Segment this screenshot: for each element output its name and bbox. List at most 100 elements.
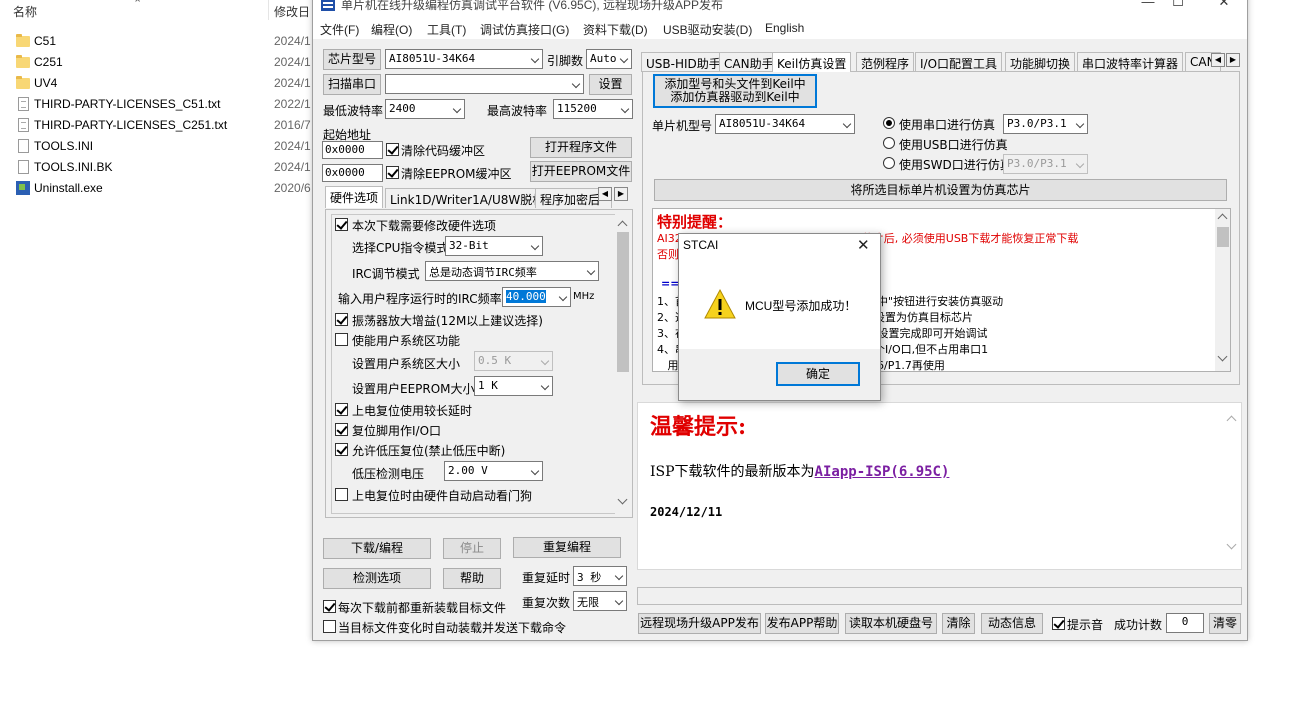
add-to-keil-button[interactable]: 添加型号和头文件到Keil中 添加仿真器驱动到Keil中 (653, 74, 817, 108)
close-icon[interactable]: ✕ (1209, 0, 1239, 13)
file-row[interactable]: C51 2024/1 (0, 31, 320, 52)
file-row[interactable]: Uninstall.exe 2020/6 (0, 178, 320, 199)
tab-baud-calc[interactable]: 串口波特率计算器 (1077, 52, 1184, 72)
tip-panel[interactable]: 温馨提示: ISP下载软件的最新版本为AIapp-ISP(6.95C) 2024… (637, 402, 1242, 570)
tab-hardware-options[interactable]: 硬件选项 (325, 186, 384, 208)
code-address-input[interactable]: 0x0000 (322, 141, 383, 159)
modify-hw-checkbox[interactable] (335, 218, 348, 231)
scroll-up-icon[interactable] (617, 220, 628, 231)
tab-examples[interactable]: 范例程序 (856, 52, 915, 72)
cpu-mode-select[interactable]: 32-Bit (445, 236, 543, 256)
uart-sim-radio[interactable] (883, 117, 895, 129)
tab-io-config[interactable]: I/O口配置工具 (915, 52, 1003, 72)
clear-button[interactable]: 清除 (942, 613, 975, 634)
reset-count-button[interactable]: 清零 (1209, 613, 1241, 634)
menu-usb-driver[interactable]: USB驱动安装(D) (663, 21, 752, 38)
beep-checkbox[interactable] (1052, 617, 1065, 630)
file-row[interactable]: THIRD-PARTY-LICENSES_C51.txt 2022/1 (0, 94, 320, 115)
menu-debug[interactable]: 调试仿真接口(G) (480, 21, 569, 38)
pin-count-select[interactable]: Auto (586, 49, 632, 69)
sys-size-select[interactable]: 0.5 K (474, 351, 553, 371)
menu-file[interactable]: 文件(F) (320, 21, 359, 38)
irc-freq-select[interactable]: 40.000 (502, 287, 571, 307)
scroll-up-icon[interactable] (1217, 213, 1228, 224)
scan-port-button[interactable]: 扫描串口 (323, 74, 381, 95)
max-baud-select[interactable]: 115200 (553, 99, 633, 119)
notice-scrollbar[interactable] (1215, 209, 1230, 371)
title-bar[interactable]: 单片机在线升级编程仿真调试平台软件 (V6.95C), 远程现场升级APP发布 … (313, 0, 1247, 19)
download-program-button[interactable]: 下载/编程 (323, 538, 431, 559)
long-delay-checkbox[interactable] (335, 403, 348, 416)
dialog-close-icon[interactable]: ✕ (857, 236, 870, 254)
low-volt-reset-checkbox[interactable] (335, 443, 348, 456)
osc-gain-checkbox[interactable] (335, 313, 348, 326)
tab-pin-switch[interactable]: 功能脚切换 (1005, 52, 1076, 72)
tab-scroll-left-icon[interactable]: ◀ (598, 187, 612, 201)
ok-button[interactable]: 确定 (776, 362, 860, 386)
eeprom-address-input[interactable]: 0x0000 (322, 164, 383, 182)
reset-io-checkbox[interactable] (335, 423, 348, 436)
chip-model-button[interactable]: 芯片型号 (323, 49, 381, 70)
min-baud-select[interactable]: 2400 (385, 99, 465, 119)
repeat-delay-select[interactable]: 3 秒 (573, 566, 627, 586)
reload-checkbox[interactable] (323, 600, 336, 613)
swd-sim-select[interactable]: P3.0/P3.1 (1003, 154, 1088, 174)
usb-sim-radio[interactable] (883, 137, 895, 149)
open-program-file-button[interactable]: 打开程序文件 (530, 137, 632, 158)
tab-scroll-right-icon[interactable]: ▶ (614, 187, 628, 201)
tip-version-link[interactable]: AIapp-ISP(6.95C) (815, 464, 950, 480)
scroll-down-icon[interactable] (617, 494, 628, 505)
file-row[interactable]: TOOLS.INI.BK 2024/1 (0, 157, 320, 178)
column-header-date[interactable]: 修改日 (274, 3, 310, 20)
tab-keil-sim[interactable]: Keil仿真设置 (772, 52, 852, 72)
sys-area-checkbox[interactable] (335, 333, 348, 346)
open-eeprom-file-button[interactable]: 打开EEPROM文件 (530, 161, 632, 182)
dynamic-info-button[interactable]: 动态信息 (981, 613, 1043, 634)
scroll-thumb[interactable] (1217, 227, 1229, 247)
scroll-down-icon[interactable] (1217, 351, 1228, 362)
mcu-model-select[interactable]: AI8051U-34K64 (715, 114, 855, 134)
tab-usb-hid[interactable]: USB-HID助手 (641, 52, 726, 72)
irc-mode-select[interactable]: 总是动态调节IRC频率 (425, 261, 599, 281)
file-row[interactable]: UV4 2024/1 (0, 73, 320, 94)
clear-code-checkbox[interactable] (386, 143, 399, 156)
detect-options-button[interactable]: 检测选项 (323, 568, 431, 589)
menu-download[interactable]: 资料下载(D) (583, 21, 648, 38)
help-button[interactable]: 帮助 (443, 568, 501, 589)
set-sim-chip-button[interactable]: 将所选目标单片机设置为仿真芯片 (654, 179, 1227, 201)
watchdog-checkbox[interactable] (335, 488, 348, 501)
tab-offline-writer[interactable]: Link1D/Writer1A/U8W脱机 (385, 188, 550, 208)
low-volt-select[interactable]: 2.00 V (444, 461, 543, 481)
scroll-down-icon[interactable] (1226, 539, 1237, 550)
port-select[interactable] (385, 74, 584, 94)
scroll-up-icon[interactable] (1226, 415, 1237, 426)
file-row[interactable]: C251 2024/1 (0, 52, 320, 73)
eeprom-size-select[interactable]: 1 K (474, 376, 553, 396)
settings-button[interactable]: 设置 (589, 74, 632, 95)
column-header-name[interactable]: 名称 (13, 3, 37, 20)
menu-tools[interactable]: 工具(T) (427, 21, 466, 38)
remote-upgrade-button[interactable]: 远程现场升级APP发布 (638, 613, 761, 634)
clear-eeprom-checkbox[interactable] (386, 166, 399, 179)
uart-sim-select[interactable]: P3.0/P3.1 (1003, 114, 1088, 134)
swd-sim-radio[interactable] (883, 157, 895, 169)
tab-scroll-left-icon[interactable]: ◀ (1211, 53, 1225, 67)
tab-scroll-right-icon[interactable]: ▶ (1226, 53, 1240, 67)
read-disk-button[interactable]: 读取本机硬盘号 (845, 613, 937, 634)
stop-button[interactable]: 停止 (443, 538, 501, 559)
auto-load-checkbox[interactable] (323, 620, 336, 633)
repeat-program-button[interactable]: 重复编程 (513, 537, 621, 558)
menu-english[interactable]: English (765, 21, 804, 35)
chip-model-select[interactable]: AI8051U-34K64 (385, 49, 543, 69)
maximize-icon[interactable]: ☐ (1163, 0, 1193, 13)
repeat-count-select[interactable]: 无限 (573, 591, 627, 611)
tab-can-helper[interactable]: CAN助手 (719, 52, 779, 72)
hw-options-scrollbar[interactable] (615, 214, 631, 514)
minimize-icon[interactable]: — (1133, 0, 1163, 13)
file-row[interactable]: THIRD-PARTY-LICENSES_C251.txt 2016/7 (0, 115, 320, 136)
publish-help-button[interactable]: 发布APP帮助 (765, 613, 839, 634)
file-row[interactable]: TOOLS.INI 2024/1 (0, 136, 320, 157)
column-divider[interactable] (268, 0, 269, 20)
menu-program[interactable]: 编程(O) (371, 21, 412, 38)
scroll-thumb[interactable] (617, 232, 629, 372)
